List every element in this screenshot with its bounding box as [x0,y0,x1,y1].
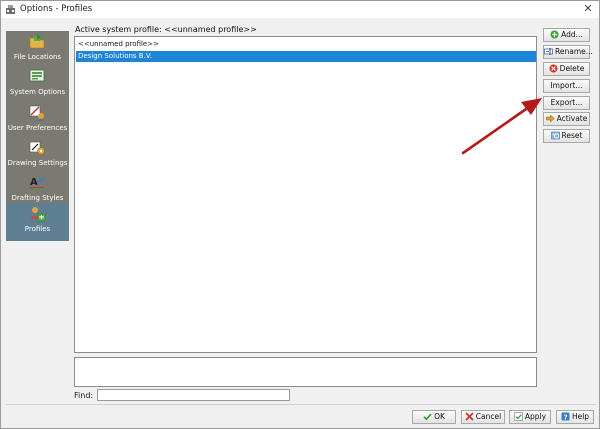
nav-item-file-locations[interactable]: File Locations [6,31,69,68]
import-button[interactable]: Import... [543,79,590,93]
ok-button[interactable]: OK [412,410,456,424]
nav-item-system-options[interactable]: System Options [6,66,69,103]
rename-icon [544,48,553,55]
apply-button[interactable]: Apply [509,410,551,424]
profiles-icon [30,207,46,222]
active-profile-label: Active system profile: <<unnamed profile… [75,25,257,34]
reset-icon [550,131,560,140]
options-dialog: Options - Profiles ✕ File Locations Syst… [0,0,600,429]
help-button[interactable]: ? Help [556,410,594,424]
monitor-icon [29,69,45,84]
nav-label: Drafting Styles [11,194,64,202]
description-box [74,357,537,387]
activate-button[interactable]: Activate [543,112,590,126]
svg-text:?: ? [564,413,568,421]
find-label: Find: [74,391,94,400]
nav-item-drawing-settings[interactable]: Drawing Settings [6,137,69,174]
cancel-x-icon [465,412,474,421]
check-icon [423,413,432,421]
footer-separator [6,404,596,405]
app-icon [6,5,15,14]
options-nav: File Locations System Options User Prefe… [6,31,69,241]
window-title: Options - Profiles [20,4,93,14]
delete-button[interactable]: Delete [543,62,590,76]
nav-label: Profiles [24,225,51,233]
user-tools-icon [29,105,44,121]
nav-label: File Locations [13,53,62,61]
title-bar: Options - Profiles ✕ [1,1,599,18]
folder-icon [29,34,45,49]
nav-item-user-preferences[interactable]: User Preferences [6,102,69,139]
nav-label: User Preferences [7,124,68,132]
add-button[interactable]: Add... [543,28,590,42]
export-button[interactable]: Export... [543,96,590,110]
drawing-settings-icon [29,141,45,155]
nav-label: System Options [9,88,66,96]
profiles-list[interactable]: <<unnamed profile>> Design Solutions B.V… [74,36,537,353]
cancel-button[interactable]: Cancel [461,410,505,424]
help-icon: ? [561,412,570,421]
drafting-styles-icon: A [30,176,45,191]
list-item-selected[interactable]: Design Solutions B.V. [76,51,536,62]
close-button[interactable]: ✕ [581,2,595,16]
rename-button[interactable]: Rename... [543,45,593,59]
reset-button[interactable]: Reset [543,129,590,143]
apply-icon [514,412,523,421]
delete-icon [549,64,558,73]
svg-text:A: A [30,177,38,188]
list-item[interactable]: <<unnamed profile>> [76,39,536,50]
nav-label: Drawing Settings [7,159,68,167]
nav-item-profiles[interactable]: Profiles [6,203,69,241]
add-icon [550,30,559,39]
find-input[interactable] [97,389,290,401]
activate-arrow-icon [545,114,555,123]
